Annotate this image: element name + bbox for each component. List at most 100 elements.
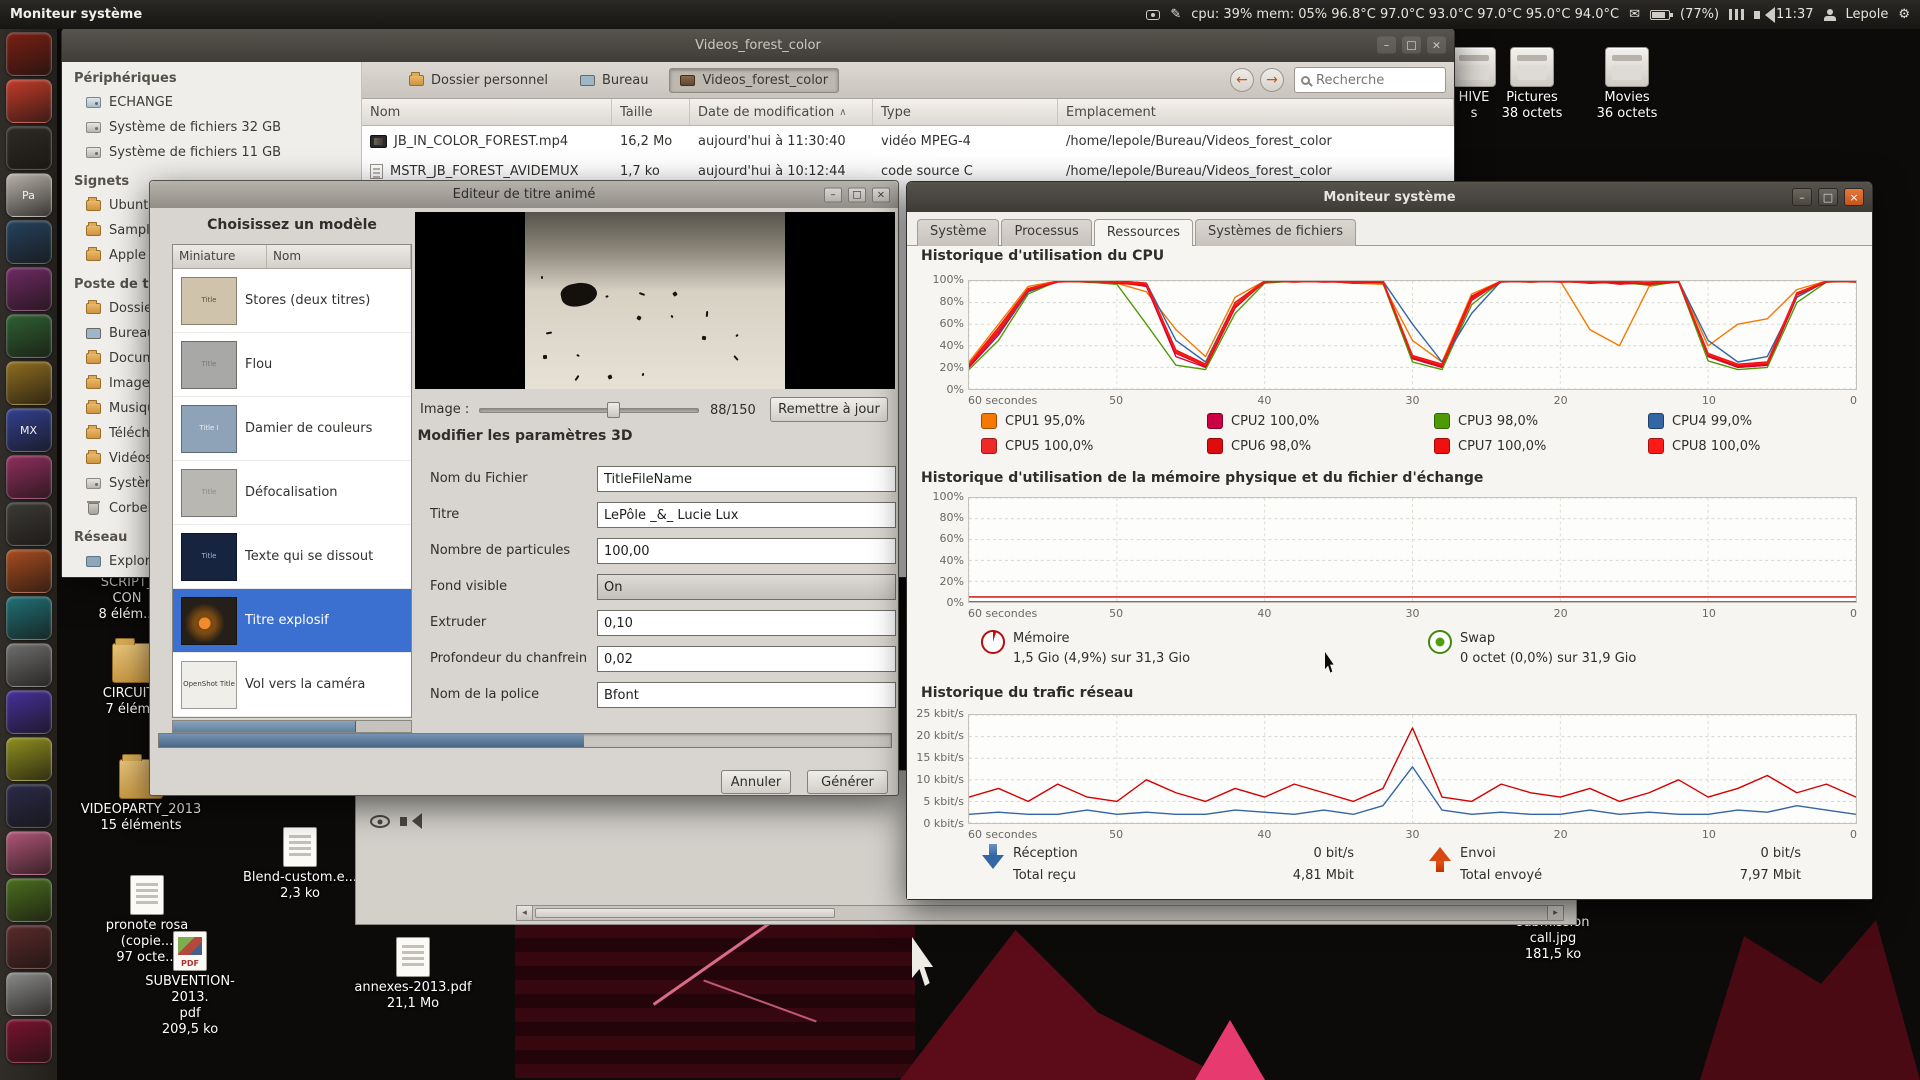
minimize-button[interactable]: – [1377, 37, 1396, 54]
battery-percent[interactable]: (77%) [1680, 7, 1719, 22]
dock-item-8[interactable] [6, 361, 52, 405]
minimize-button[interactable]: – [1792, 188, 1812, 206]
desktop-icon-8[interactable]: Blend-custom.e...2,3 ko [240, 827, 360, 902]
network-signal-icon[interactable] [1729, 9, 1744, 20]
column-header-1[interactable]: Nom [362, 99, 612, 125]
dock-item-12[interactable] [6, 549, 52, 593]
session-gear-icon[interactable]: ⚙ [1898, 7, 1910, 22]
maximize-button[interactable]: □ [1402, 37, 1421, 54]
column-miniature[interactable]: Miniature [173, 245, 267, 268]
field-input-2[interactable] [597, 502, 896, 528]
file-date: aujourd'hui à 11:30:40 [690, 134, 873, 149]
close-button[interactable]: × [1844, 188, 1864, 206]
field-input-7[interactable] [597, 682, 896, 708]
battery-icon[interactable] [1650, 10, 1670, 20]
column-header-5[interactable]: Emplacement [1058, 99, 1454, 125]
sidebar-item-syst-me-de-fichiers-32-gb[interactable]: Système de fichiers 32 GB [62, 115, 361, 140]
y-axis-label: 5 kbit/s [906, 795, 964, 808]
scroll-left-button[interactable]: ◂ [517, 906, 533, 920]
field-input-1[interactable] [597, 466, 896, 492]
forward-button[interactable]: → [1260, 68, 1284, 92]
dock-item-18[interactable] [6, 831, 52, 875]
camera-indicator-icon[interactable] [1146, 10, 1160, 20]
field-input-6[interactable] [597, 646, 896, 672]
field-input-4[interactable] [597, 574, 896, 600]
search-box[interactable] [1294, 67, 1446, 93]
refresh-button[interactable]: Remettre à jour [770, 397, 888, 422]
mail-icon[interactable]: ✉ [1629, 7, 1640, 22]
dock-item-13[interactable] [6, 596, 52, 640]
cancel-button[interactable]: Annuler [721, 770, 791, 794]
title-editor-titlebar[interactable]: Editeur de titre animé – □ × [150, 181, 898, 208]
tab-syst-mes-de-fichiers[interactable]: Systèmes de fichiers [1195, 219, 1356, 246]
maximize-button[interactable]: □ [848, 187, 866, 202]
dock-item-15[interactable] [6, 690, 52, 734]
horizontal-scrollbar[interactable]: ◂ ▸ [516, 905, 1564, 921]
home-button[interactable]: Dossier personnel [398, 68, 559, 93]
scrollbar-thumb[interactable] [173, 721, 356, 732]
user-menu[interactable]: Lepole [1846, 7, 1889, 22]
dock-item-4[interactable]: Pa [6, 173, 52, 217]
dock-item-20[interactable] [6, 925, 52, 969]
sidebar-item-syst-me-de-fichiers-11-gb[interactable]: Système de fichiers 11 GB [62, 140, 361, 165]
file-row[interactable]: JB_IN_COLOR_FOREST.mp416,2 Moaujourd'hui… [362, 126, 1454, 156]
system-status-text[interactable]: cpu: 39% mem: 05% 96.8°C 97.0°C 93.0°C 9… [1191, 7, 1619, 22]
speaker-icon[interactable] [400, 817, 407, 826]
dock-item-7[interactable] [6, 314, 52, 358]
search-input[interactable] [1316, 73, 1439, 88]
progress-bar [158, 733, 892, 748]
edit-indicator-icon[interactable]: ✎ [1170, 7, 1181, 22]
frame-slider[interactable] [479, 400, 699, 420]
dock-item-5[interactable] [6, 220, 52, 264]
eye-icon[interactable] [370, 815, 390, 828]
minimize-button[interactable]: – [824, 187, 842, 202]
column-header-3[interactable]: Date de modification∧ [690, 99, 873, 125]
current-folder-button[interactable]: Videos_forest_color [669, 68, 839, 93]
sidebar-item-echange[interactable]: ECHANGE [62, 90, 361, 115]
dock-item-10[interactable] [6, 455, 52, 499]
column-header-4[interactable]: Type [873, 99, 1058, 125]
slider-thumb[interactable] [607, 402, 620, 418]
field-input-3[interactable] [597, 538, 896, 564]
dock-item-11[interactable] [6, 502, 52, 546]
template-row-2[interactable]: TitleFlou [173, 333, 411, 397]
template-list-scrollbar[interactable] [172, 720, 412, 733]
close-button[interactable]: × [872, 187, 890, 202]
dock-item-17[interactable] [6, 784, 52, 828]
field-input-5[interactable] [597, 610, 896, 636]
column-nom[interactable]: Nom [267, 245, 411, 268]
dock-item-22[interactable] [6, 1019, 52, 1063]
dock-item-2[interactable] [6, 79, 52, 123]
desktop-button[interactable]: Bureau [569, 68, 659, 93]
dock-item-1[interactable] [6, 32, 52, 76]
dock-item-3[interactable] [6, 126, 52, 170]
template-row-1[interactable]: TitleStores (deux titres) [173, 269, 411, 333]
tab-processus[interactable]: Processus [1001, 219, 1091, 246]
system-monitor-titlebar[interactable]: Moniteur système – □ × [907, 182, 1872, 212]
scroll-right-button[interactable]: ▸ [1547, 906, 1563, 920]
dock-item-16[interactable] [6, 737, 52, 781]
dock-item-21[interactable] [6, 972, 52, 1016]
scrollbar-track[interactable] [533, 906, 1547, 920]
tab-ressources[interactable]: Ressources [1094, 219, 1193, 246]
dock-item-9[interactable]: MX [6, 408, 52, 452]
desktop-icon-10[interactable]: SUBVENTION-2013.pdf209,5 ko [130, 931, 250, 1038]
dock-item-14[interactable] [6, 643, 52, 687]
close-button[interactable]: × [1427, 37, 1446, 54]
x-axis-label: 60 secondes [968, 607, 1037, 620]
dock-item-19[interactable] [6, 878, 52, 922]
clock[interactable]: 11:37 [1776, 7, 1813, 22]
volume-icon[interactable] [1754, 11, 1760, 19]
generate-button[interactable]: Générer [807, 770, 888, 794]
memory-chart [968, 497, 1857, 603]
scrollbar-thumb[interactable] [535, 908, 835, 918]
column-header-2[interactable]: Taille [612, 99, 690, 125]
file-manager-titlebar[interactable]: Videos_forest_color – □ × [62, 28, 1454, 62]
desktop-icon-3[interactable]: Movies36 octets [1567, 47, 1687, 122]
dock-item-6[interactable] [6, 267, 52, 311]
desktop-icon-11[interactable]: annexes-2013.pdf21,1 Mo [353, 937, 473, 1012]
maximize-button[interactable]: □ [1818, 188, 1838, 206]
back-button[interactable]: ← [1230, 68, 1254, 92]
tab-syst-me[interactable]: Système [917, 219, 999, 246]
network-chart [968, 714, 1857, 824]
